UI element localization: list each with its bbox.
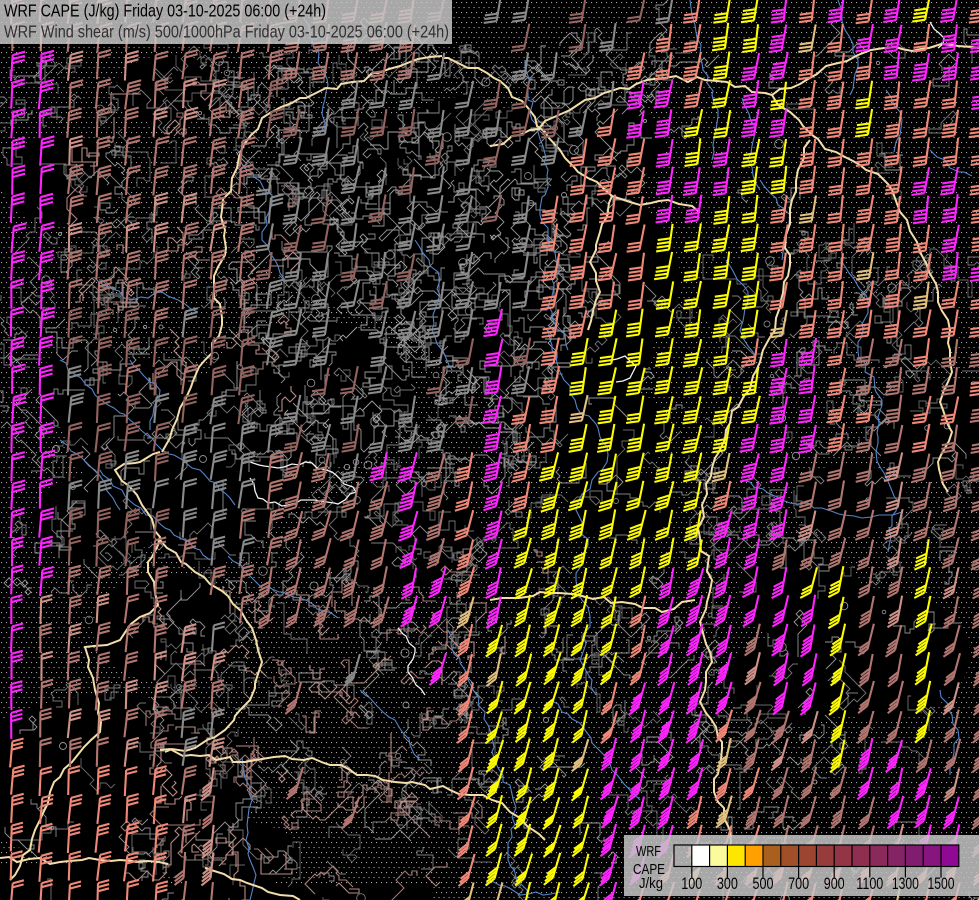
svg-text:300: 300 [717,874,738,893]
svg-text:700: 700 [788,874,809,893]
svg-text:WRF Wind shear (m/s) 500/1000h: WRF Wind shear (m/s) 500/1000hPa Friday … [4,22,449,42]
svg-text:WRF CAPE (J/kg) Friday 03-10-2: WRF CAPE (J/kg) Friday 03-10-2025 06:00 … [4,1,326,21]
svg-text:WRF: WRF [636,843,661,860]
svg-text:1500: 1500 [928,874,955,893]
svg-text:900: 900 [824,874,845,893]
svg-text:100: 100 [681,874,702,893]
svg-text:J/kg: J/kg [639,875,663,892]
svg-text:1100: 1100 [856,874,883,893]
svg-text:500: 500 [753,874,774,893]
svg-text:1300: 1300 [892,874,919,893]
